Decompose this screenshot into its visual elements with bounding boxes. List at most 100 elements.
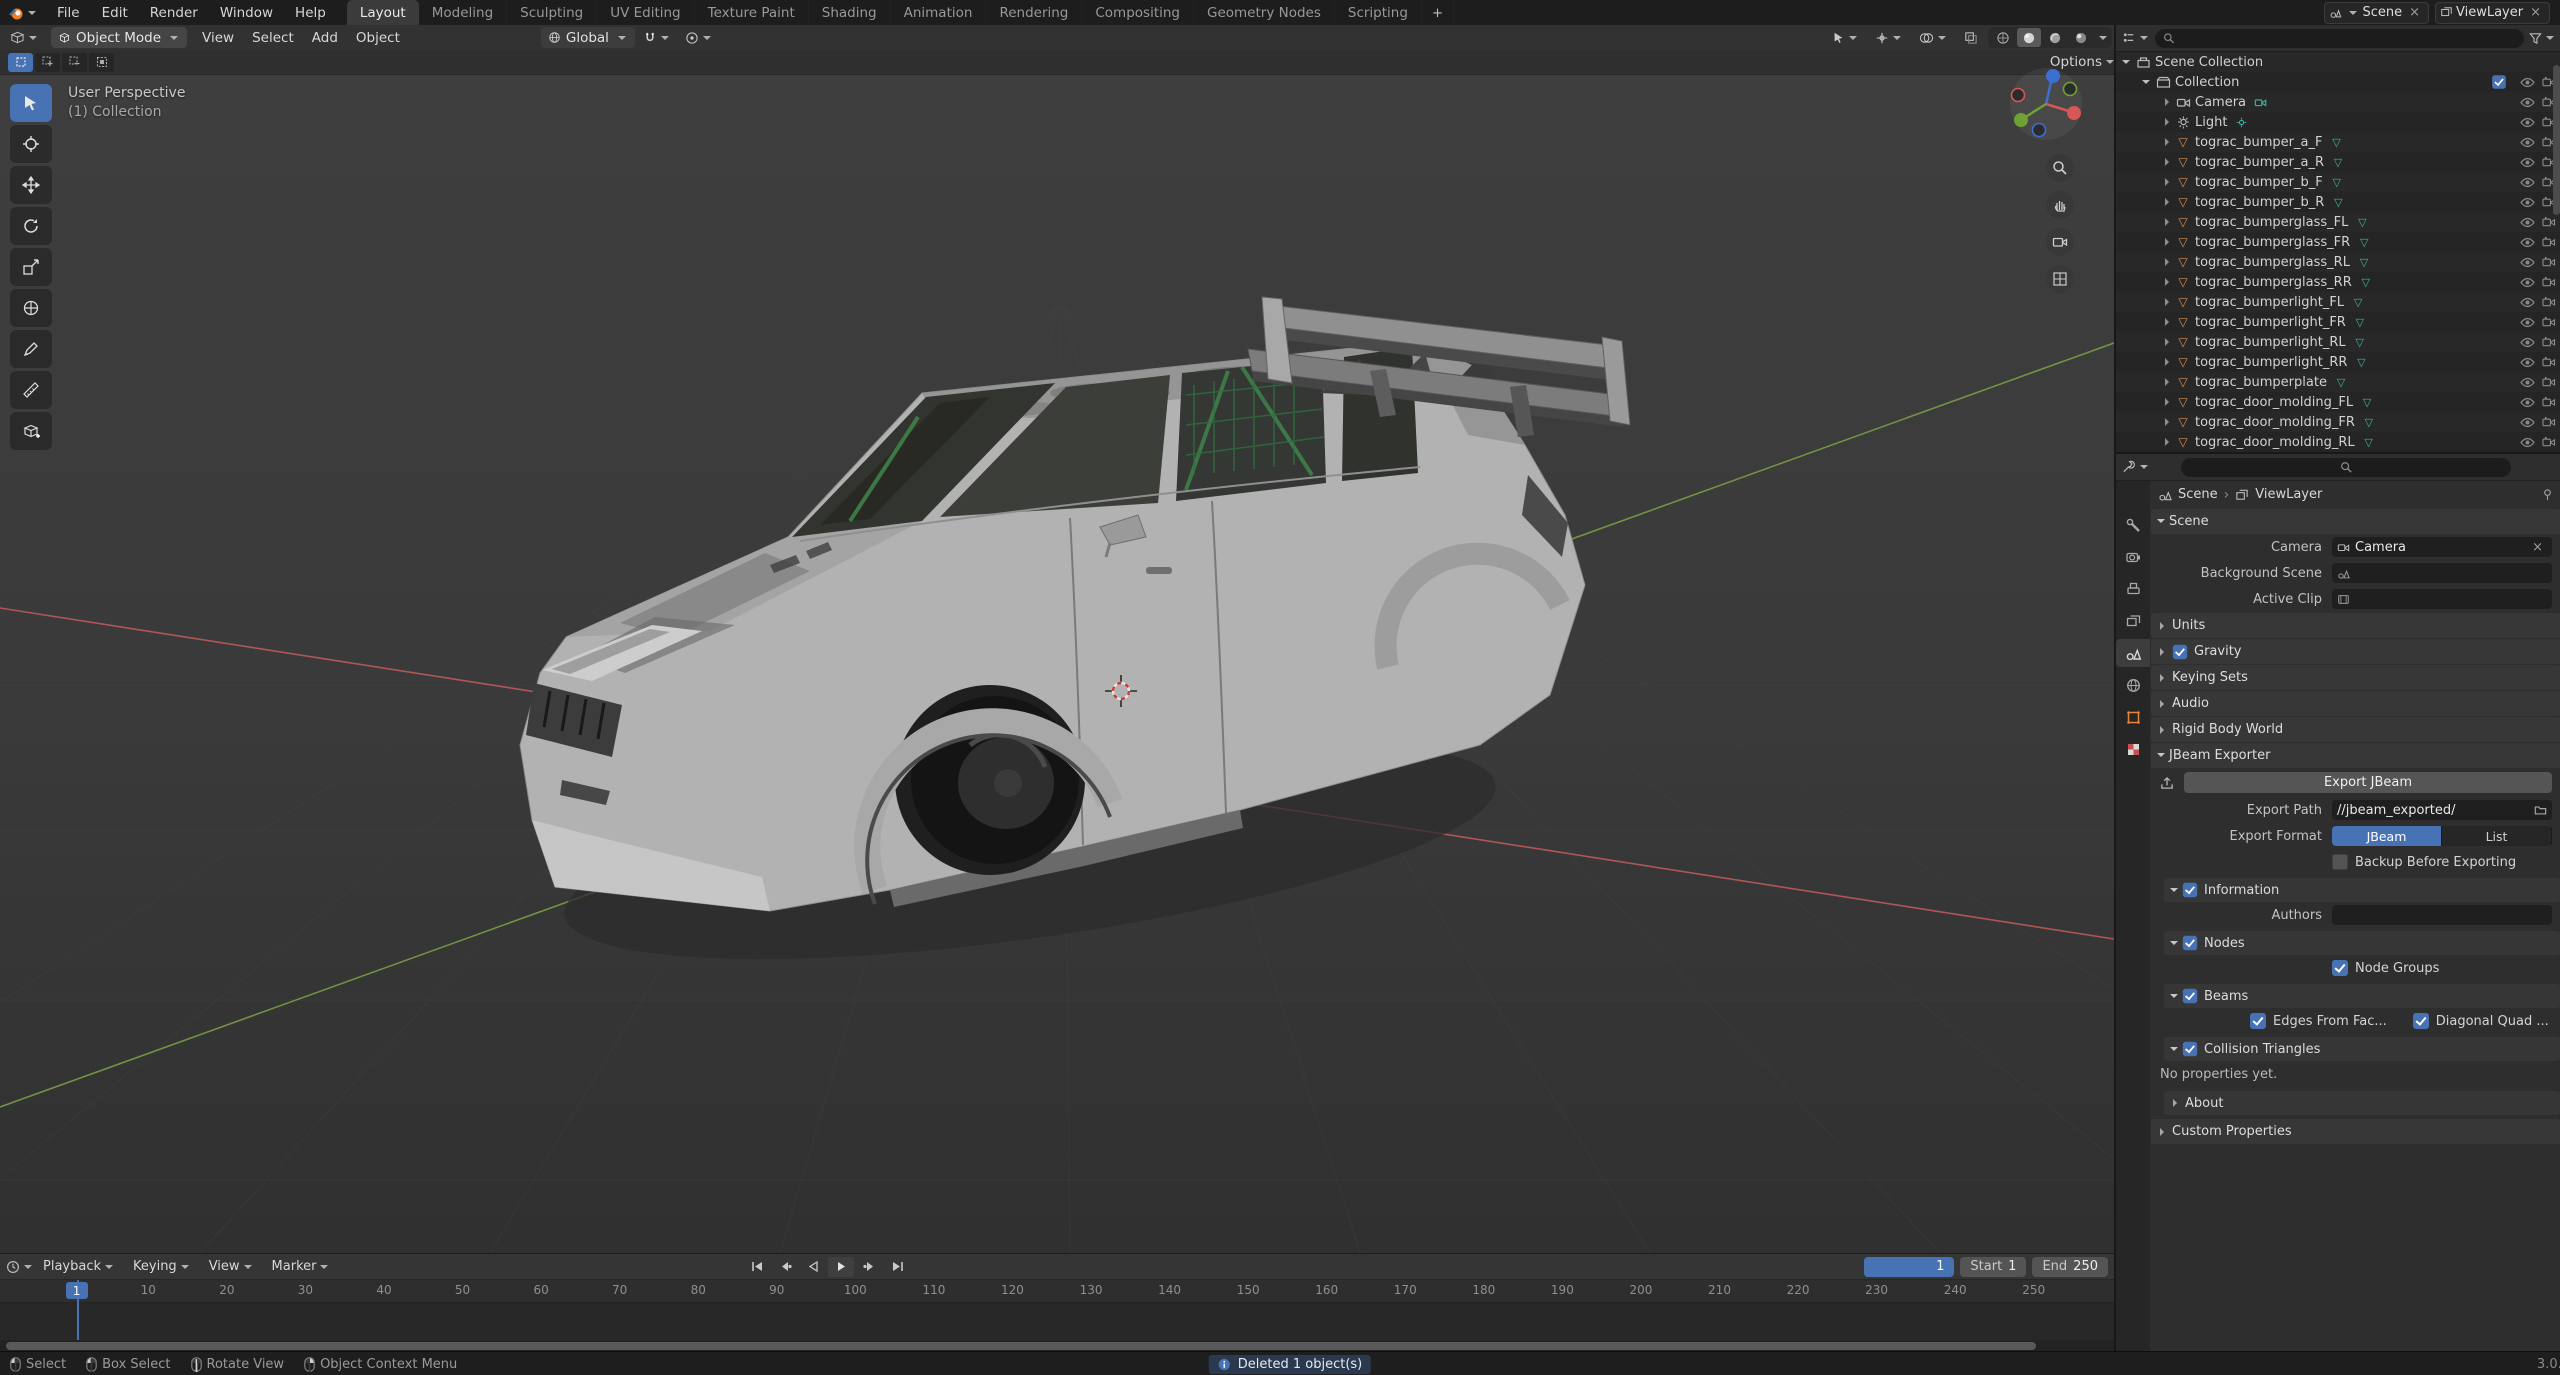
timeline-channels[interactable] [0, 1303, 2114, 1341]
hide-in-viewport-icon[interactable] [2520, 97, 2535, 108]
outliner-row[interactable]: ▽ tograc_bumperplate ▽ [2116, 372, 2560, 392]
subpanel-header-collision-triangles[interactable]: Collision Triangles [2164, 1037, 2560, 1061]
workspace-tab[interactable]: Shading [809, 0, 891, 25]
shading-rendered-button[interactable] [2069, 28, 2093, 47]
outliner-row[interactable]: ▽ tograc_bumper_a_F ▽ [2116, 132, 2560, 152]
hide-in-viewport-icon[interactable] [2520, 317, 2535, 328]
select-mode-invert-button[interactable] [89, 53, 114, 72]
properties-panel-header[interactable]: Rigid Body World [2151, 717, 2560, 742]
disclosure-icon[interactable] [2165, 198, 2173, 206]
timeline-menu-item[interactable]: View [200, 1254, 263, 1279]
breadcrumb-scene[interactable]: Scene [2178, 487, 2218, 502]
show-overlays-toggle[interactable] [1913, 27, 1954, 48]
format-option-button[interactable]: List [2442, 826, 2552, 846]
outliner-row[interactable]: ▽ tograc_bumper_b_R ▽ [2116, 192, 2560, 212]
timeline-scrollbar-thumb[interactable] [6, 1342, 2036, 1350]
properties-tab[interactable] [2116, 735, 2150, 763]
car-model[interactable] [470, 275, 1670, 975]
panel-header-custom-properties[interactable]: Custom Properties [2151, 1119, 2560, 1144]
menubar-item[interactable]: Edit [91, 0, 139, 25]
outliner-row[interactable]: ▽ tograc_door_molding_FR ▽ [2116, 412, 2560, 432]
beam-option-checkbox[interactable]: Diagonal Quad ... [2413, 1013, 2549, 1029]
subpanel-header-information[interactable]: Information [2164, 878, 2560, 902]
outliner-search-input[interactable] [2179, 30, 2516, 47]
show-gizmos-toggle[interactable] [1869, 27, 1909, 48]
hide-in-viewport-icon[interactable] [2520, 137, 2535, 148]
properties-tab[interactable] [2116, 639, 2150, 667]
hide-in-viewport-icon[interactable] [2520, 397, 2535, 408]
gizmo-y-axis[interactable] [2014, 113, 2028, 127]
toolbar-tool-button[interactable] [10, 125, 52, 163]
workspace-tab[interactable]: + [1422, 0, 1454, 25]
pan-hand-icon[interactable] [2046, 191, 2074, 219]
beam-option-checkbox[interactable]: Edges From Fac... [2250, 1013, 2387, 1029]
hide-in-viewport-icon[interactable] [2520, 417, 2535, 428]
outliner-row[interactable]: ▽ tograc_bumperlight_RR ▽ [2116, 352, 2560, 372]
panel-header-scene[interactable]: Scene [2151, 509, 2560, 534]
disclosure-icon[interactable] [2165, 438, 2173, 446]
disable-in-render-icon[interactable] [2542, 216, 2556, 228]
outliner-row[interactable]: ▽ tograc_bumperglass_RL ▽ [2116, 252, 2560, 272]
disclosure-icon[interactable] [2165, 258, 2173, 266]
gizmo-x-axis[interactable] [2067, 106, 2081, 120]
next-keyframe-button[interactable] [856, 1257, 882, 1277]
viewlayer-selector[interactable]: ViewLayer [2435, 2, 2550, 24]
disclosure-icon[interactable] [2165, 378, 2173, 386]
outliner-row[interactable]: ▽ Scene Collection ▽ [2116, 52, 2560, 72]
subpanel-header-nodes[interactable]: Nodes [2164, 931, 2560, 955]
folder-icon[interactable] [2534, 804, 2547, 816]
disable-in-render-icon[interactable] [2542, 256, 2556, 268]
outliner-row[interactable]: ▽ tograc_door_molding_FL ▽ [2116, 392, 2560, 412]
disable-in-render-icon[interactable] [2542, 316, 2556, 328]
gizmo-z-axis[interactable] [2046, 69, 2060, 83]
outliner-row[interactable]: ▽ tograc_bumperglass_RR ▽ [2116, 272, 2560, 292]
disclosure-icon[interactable] [2165, 158, 2173, 166]
disclosure-icon[interactable] [2165, 218, 2173, 226]
shading-wireframe-button[interactable] [1991, 28, 2015, 47]
toolbar-tool-button[interactable] [10, 248, 52, 286]
hide-in-viewport-icon[interactable] [2520, 357, 2535, 368]
collision-triangles-checkbox[interactable] [2183, 1042, 2197, 1056]
outliner-row[interactable]: ▽ tograc_bumper_b_F ▽ [2116, 172, 2560, 192]
workspace-tab[interactable]: Rendering [986, 0, 1082, 25]
workspace-tab[interactable]: Texture Paint [695, 0, 809, 25]
menubar-item[interactable]: Window [209, 0, 284, 25]
disclosure-icon[interactable] [2165, 338, 2173, 346]
mode-selector[interactable]: Object Mode [51, 27, 187, 48]
breadcrumb-viewlayer[interactable]: ViewLayer [2255, 487, 2322, 502]
format-option-button[interactable]: JBeam [2332, 826, 2442, 846]
export-jbeam-button[interactable]: Export JBeam [2184, 772, 2552, 793]
prev-keyframe-button[interactable] [772, 1257, 798, 1277]
hide-in-viewport-icon[interactable] [2520, 197, 2535, 208]
disable-in-render-icon[interactable] [2542, 376, 2556, 388]
disclosure-icon[interactable] [2165, 418, 2173, 426]
unlink-scene-icon[interactable] [2405, 5, 2424, 20]
disclosure-icon[interactable] [2165, 398, 2173, 406]
disclosure-icon[interactable] [2165, 318, 2173, 326]
hide-in-viewport-icon[interactable] [2520, 157, 2535, 168]
workspace-tab[interactable]: Animation [891, 0, 987, 25]
export-path-field[interactable]: //jbeam_exported/ [2332, 800, 2552, 820]
subpanel-header-about[interactable]: About [2164, 1091, 2560, 1115]
zoom-icon[interactable] [2046, 154, 2074, 182]
disable-in-render-icon[interactable] [2542, 436, 2556, 448]
properties-tab[interactable] [2116, 607, 2150, 635]
disable-in-render-icon[interactable] [2542, 296, 2556, 308]
disclosure-icon[interactable] [2122, 60, 2130, 68]
remove-viewlayer-icon[interactable] [2526, 5, 2545, 20]
viewport-menu-item[interactable]: Object [347, 25, 409, 50]
disable-in-render-icon[interactable] [2542, 356, 2556, 368]
play-button[interactable] [828, 1257, 854, 1277]
snap-toggle[interactable] [637, 27, 677, 48]
disable-in-render-icon[interactable] [2542, 336, 2556, 348]
menubar-item[interactable]: File [46, 0, 91, 25]
select-mode-subtract-button[interactable] [62, 53, 87, 72]
timeline-editor-button[interactable] [6, 1260, 34, 1274]
disclosure-icon[interactable] [2165, 358, 2173, 366]
properties-search[interactable] [2181, 458, 2511, 477]
toolbar-tool-button[interactable] [10, 330, 52, 368]
hide-in-viewport-icon[interactable] [2520, 257, 2535, 268]
frame-end-field[interactable]: End250 [2032, 1257, 2108, 1277]
playhead[interactable]: 1 [77, 1280, 79, 1340]
outliner-row[interactable]: ▽ tograc_bumperlight_RL ▽ [2116, 332, 2560, 352]
